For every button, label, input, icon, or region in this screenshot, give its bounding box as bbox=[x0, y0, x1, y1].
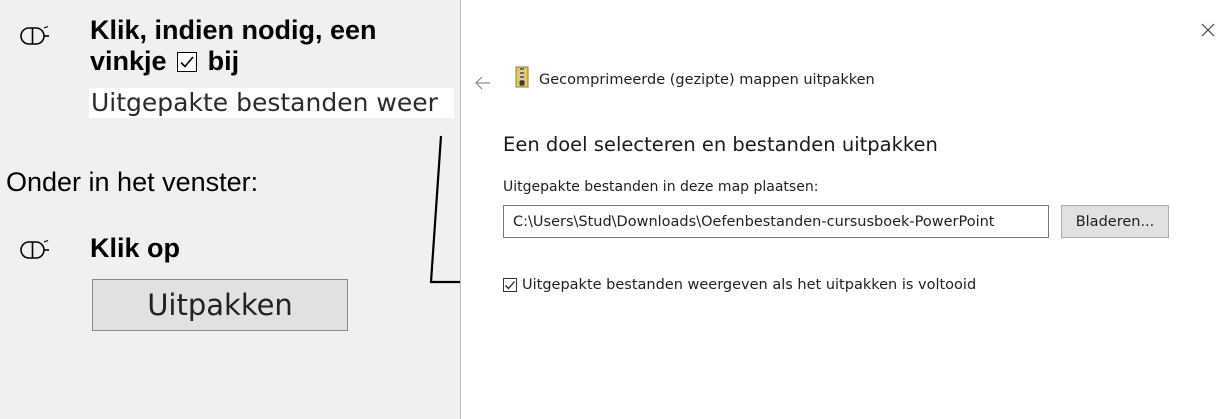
show-files-checkbox[interactable] bbox=[503, 278, 517, 292]
path-label: Uitgepakte bestanden in deze map plaatse… bbox=[503, 179, 819, 195]
zip-folder-icon bbox=[515, 66, 529, 88]
extract-dialog: Gecomprimeerde (gezipte) mappen uitpakke… bbox=[460, 0, 1224, 419]
checkmark-icon bbox=[505, 281, 515, 290]
dialog-heading: Een doel selecteren en bestanden uitpakk… bbox=[503, 133, 938, 156]
dialog-title: Gecomprimeerde (gezipte) mappen uitpakke… bbox=[539, 72, 875, 88]
destination-path-input[interactable] bbox=[503, 205, 1049, 238]
back-arrow-icon[interactable] bbox=[475, 76, 491, 90]
browse-button[interactable]: Bladeren... bbox=[1061, 205, 1169, 238]
show-files-label[interactable]: Uitgepakte bestanden weergeven als het u… bbox=[522, 277, 976, 293]
close-icon[interactable] bbox=[1200, 22, 1216, 38]
